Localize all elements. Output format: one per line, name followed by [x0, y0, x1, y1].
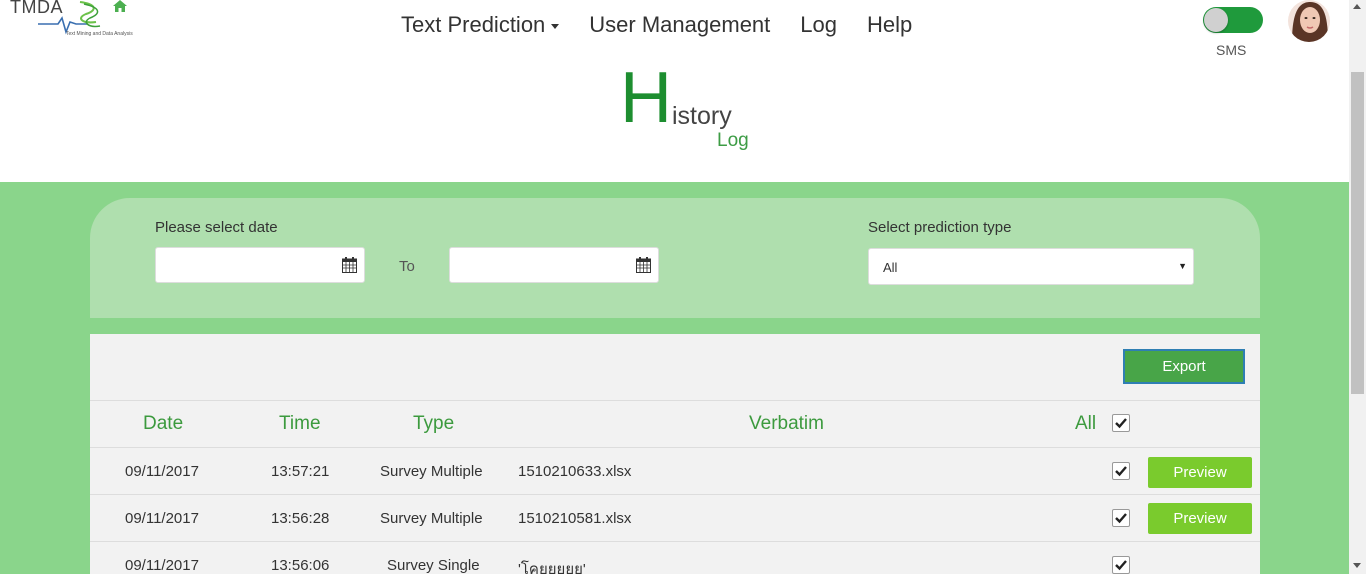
- to-label: To: [399, 258, 415, 275]
- col-date[interactable]: Date: [143, 413, 183, 435]
- table-header: Date Time Type Verbatim All: [90, 400, 1260, 448]
- select-arrow-icon: ▼: [1178, 261, 1187, 271]
- nav-label: User Management: [589, 12, 771, 37]
- check-icon: [1115, 418, 1127, 429]
- col-time[interactable]: Time: [279, 413, 321, 435]
- row-checkbox[interactable]: [1112, 556, 1130, 574]
- app-logo[interactable]: TMDA Text Mining and Data Analysis: [8, 0, 138, 40]
- cell-verbatim: 1510210581.xlsx: [518, 510, 632, 527]
- user-avatar-icon: [1288, 0, 1330, 42]
- main-nav: Text Prediction User Management Log Help: [401, 12, 912, 38]
- cell-date: 09/11/2017: [125, 557, 199, 574]
- scroll-down-icon[interactable]: [1353, 563, 1361, 568]
- nav-label: Log: [800, 12, 837, 37]
- table-row: 09/11/2017 13:57:21 Survey Multiple 1510…: [90, 448, 1260, 495]
- avatar[interactable]: [1288, 0, 1330, 42]
- calendar-icon[interactable]: [636, 257, 651, 273]
- check-icon: [1115, 466, 1127, 477]
- select-all-checkbox[interactable]: [1112, 414, 1130, 432]
- cell-time: 13:56:06: [271, 557, 330, 574]
- chevron-down-icon: [551, 23, 560, 29]
- col-all: All: [1075, 413, 1097, 434]
- to-date-input[interactable]: [449, 247, 659, 283]
- nav-user-management[interactable]: User Management: [589, 12, 770, 38]
- cell-time: 13:57:21: [271, 463, 330, 480]
- preview-button[interactable]: Preview: [1148, 457, 1252, 488]
- title-text: istory: [672, 102, 732, 130]
- row-checkbox[interactable]: [1112, 462, 1130, 480]
- cell-type: Survey Multiple: [380, 510, 483, 527]
- toggle-knob: [1204, 8, 1228, 32]
- title-subtitle: Log: [717, 130, 749, 151]
- page: TMDA Text Mining and Data Analysis Text …: [0, 0, 1366, 574]
- check-icon: [1115, 560, 1127, 571]
- col-verbatim[interactable]: Verbatim: [749, 413, 824, 435]
- type-label: Select prediction type: [868, 219, 1012, 236]
- scroll-up-icon[interactable]: [1353, 4, 1361, 9]
- title-initial: H: [620, 58, 672, 138]
- table-row: 09/11/2017 13:56:06 Survey Single 'โคยยย…: [90, 542, 1260, 574]
- cell-verbatim: 'โคยยยยย': [518, 561, 586, 574]
- prediction-type-select[interactable]: All ▼: [868, 248, 1194, 285]
- cell-date: 09/11/2017: [125, 510, 199, 527]
- table-row: 09/11/2017 13:56:28 Survey Multiple 1510…: [90, 495, 1260, 542]
- logo-tagline: Text Mining and Data Analysis: [66, 31, 133, 37]
- date-label: Please select date: [155, 219, 278, 236]
- nav-log[interactable]: Log: [800, 12, 837, 38]
- scroll-thumb[interactable]: [1351, 72, 1364, 394]
- row-checkbox[interactable]: [1112, 509, 1130, 527]
- cell-time: 13:56:28: [271, 510, 330, 527]
- cell-type: Survey Multiple: [380, 463, 483, 480]
- calendar-icon[interactable]: [342, 257, 357, 273]
- top-bar: TMDA Text Mining and Data Analysis Text …: [0, 0, 1349, 60]
- from-date-input[interactable]: [155, 247, 365, 283]
- check-icon: [1115, 513, 1127, 524]
- col-type[interactable]: Type: [413, 413, 454, 435]
- nav-text-prediction[interactable]: Text Prediction: [401, 12, 560, 38]
- page-title: H istory Log: [620, 62, 820, 162]
- cell-type: Survey Single: [387, 557, 480, 574]
- sms-toggle[interactable]: [1203, 7, 1263, 33]
- cell-verbatim: 1510210633.xlsx: [518, 463, 632, 480]
- nav-label: Help: [867, 12, 913, 37]
- nav-label: Text Prediction: [401, 12, 546, 37]
- page-scrollbar[interactable]: [1349, 0, 1366, 574]
- select-value: All: [883, 260, 898, 275]
- nav-help[interactable]: Help: [867, 12, 912, 38]
- cell-date: 09/11/2017: [125, 463, 199, 480]
- sms-label: SMS: [1216, 42, 1247, 58]
- home-icon[interactable]: [113, 0, 127, 12]
- export-button[interactable]: Export: [1123, 349, 1245, 384]
- preview-button[interactable]: Preview: [1148, 503, 1252, 534]
